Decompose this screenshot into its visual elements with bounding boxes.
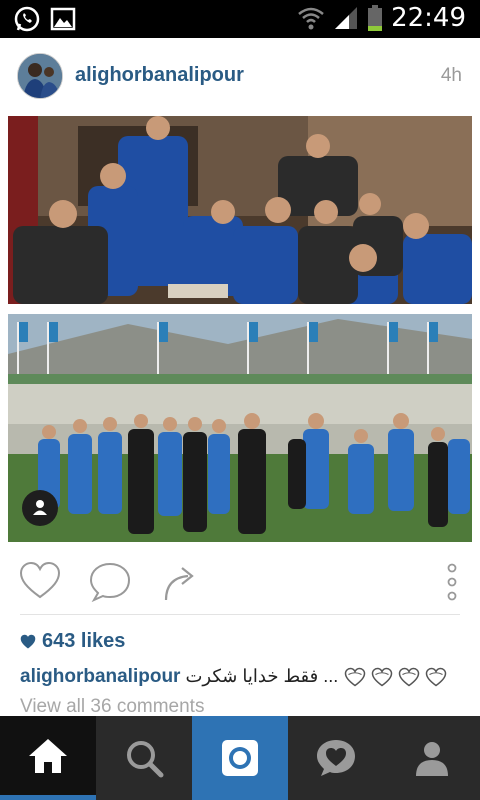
caption-text: فقط خدایا شکرت ... xyxy=(185,666,339,686)
heart-emoji-icon xyxy=(345,667,366,687)
avatar[interactable] xyxy=(17,53,63,99)
caption-hearts xyxy=(343,667,448,687)
post-header: alighorbanalipour 4h xyxy=(0,38,480,116)
tab-search[interactable] xyxy=(96,716,192,800)
status-time: 22:49 xyxy=(391,3,466,33)
caption: alighorbanalipour فقط خدایا شکرت ... xyxy=(20,666,470,688)
heart-filled-icon xyxy=(20,634,36,649)
camera-icon xyxy=(222,740,258,776)
bottom-tab-bar xyxy=(0,716,480,800)
likes-row[interactable]: 643 likes xyxy=(20,630,125,653)
battery-icon xyxy=(368,5,383,31)
share-arrow-icon xyxy=(164,567,194,601)
search-icon xyxy=(127,741,164,778)
heart-emoji-icon xyxy=(372,667,393,687)
home-icon xyxy=(29,738,67,773)
profile-icon xyxy=(416,742,448,776)
activity-icon xyxy=(317,740,355,776)
tab-profile[interactable] xyxy=(384,716,480,800)
heart-outline-icon xyxy=(19,561,61,599)
post-username[interactable]: alighorbanalipour xyxy=(75,64,244,87)
tab-activity[interactable] xyxy=(288,716,384,800)
share-button[interactable] xyxy=(160,560,204,604)
post-photo-team-training[interactable] xyxy=(8,314,472,542)
signal-icon xyxy=(335,7,358,29)
post-time: 4h xyxy=(440,65,462,86)
vertical-dots-icon xyxy=(447,563,457,601)
more-options-button[interactable] xyxy=(430,560,474,604)
like-button[interactable] xyxy=(18,560,62,604)
caption-username[interactable]: alighorbanalipour xyxy=(20,666,180,687)
divider xyxy=(20,614,460,615)
whatsapp-icon xyxy=(14,6,40,32)
likes-count: 643 likes xyxy=(42,630,126,652)
post-actions xyxy=(0,560,480,610)
comment-button[interactable] xyxy=(88,560,132,604)
heart-emoji-icon xyxy=(399,667,420,687)
image-icon xyxy=(50,7,76,31)
comment-bubble-icon xyxy=(89,562,131,603)
tab-home[interactable] xyxy=(0,716,96,800)
status-bar: 22:49 xyxy=(0,0,480,38)
heart-emoji-icon xyxy=(426,667,447,687)
wifi-icon xyxy=(298,7,324,30)
tab-camera[interactable] xyxy=(192,716,288,800)
user-tag-icon[interactable] xyxy=(22,490,58,526)
view-all-comments-link[interactable]: View all 36 comments xyxy=(20,696,204,718)
post-photo-team-indoor[interactable] xyxy=(8,116,472,304)
